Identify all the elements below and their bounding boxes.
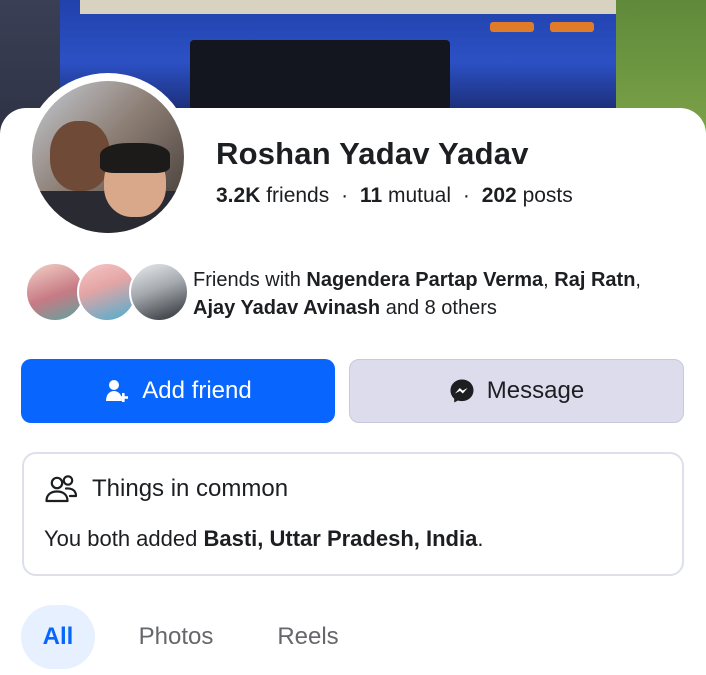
mutual-friend-avatar[interactable] (77, 262, 137, 322)
mutual-friend-avatar[interactable] (129, 262, 189, 322)
posts-count: 202 (481, 184, 517, 207)
stats-separator: · (341, 184, 349, 207)
things-in-common-title: Things in common (92, 475, 289, 502)
things-in-common-header: Things in common (44, 474, 288, 504)
people-group-icon (44, 474, 78, 504)
stats-separator: · (462, 184, 470, 207)
cover-engine (190, 40, 450, 110)
things-in-common-card: Things in common You both added Basti, U… (22, 452, 684, 576)
add-friend-label: Add friend (142, 377, 252, 404)
message-button[interactable]: Message (349, 359, 684, 423)
avatar-hair (100, 143, 170, 173)
cover-truck-strip (80, 0, 640, 14)
mutual-comma: , (635, 269, 641, 291)
profile-stats: 3.2K friends · 11 mutual · 202 posts (216, 184, 573, 208)
mutual-comma: , (543, 269, 555, 291)
add-friend-button[interactable]: Add friend (21, 359, 335, 423)
message-label: Message (486, 377, 585, 404)
cover-light (490, 22, 534, 32)
friends-with-prefix: Friends with (193, 269, 301, 291)
mutual-others[interactable]: and 8 others (380, 297, 497, 319)
common-place[interactable]: Basti, Uttar Pradesh, India (203, 526, 477, 551)
mutual-friend-name[interactable]: Raj Ratn (554, 269, 635, 291)
profile-tabs: All Photos Reels (21, 605, 681, 669)
cover-light (550, 22, 594, 32)
mutual-friend-name[interactable]: Ajay Yadav Avinash (193, 297, 380, 319)
tab-reels[interactable]: Reels (271, 605, 345, 669)
common-body-prefix: You both added (44, 526, 204, 551)
friends-count[interactable]: 3.2K (216, 184, 260, 207)
mutual-label[interactable]: mutual (388, 184, 451, 207)
add-person-icon (104, 378, 130, 404)
profile-avatar[interactable] (32, 81, 184, 233)
common-body-suffix: . (477, 526, 484, 551)
mutual-friend-name[interactable]: Nagendera Partap Verma (306, 269, 543, 291)
profile-name: Roshan Yadav Yadav (216, 136, 529, 171)
messenger-icon (449, 378, 475, 404)
mutual-count[interactable]: 11 (360, 184, 382, 207)
tab-photos[interactable]: Photos (131, 605, 221, 669)
mutual-friends-text[interactable]: Friends with Nagendera Partap Verma, Raj… (193, 266, 663, 322)
things-in-common-text: You both added Basti, Uttar Pradesh, Ind… (44, 526, 483, 552)
posts-label: posts (522, 184, 573, 207)
tab-all[interactable]: All (21, 605, 95, 669)
mutual-friend-avatar[interactable] (25, 262, 85, 322)
mutual-friends-avatars[interactable] (25, 262, 190, 322)
friends-label[interactable]: friends (266, 184, 329, 207)
